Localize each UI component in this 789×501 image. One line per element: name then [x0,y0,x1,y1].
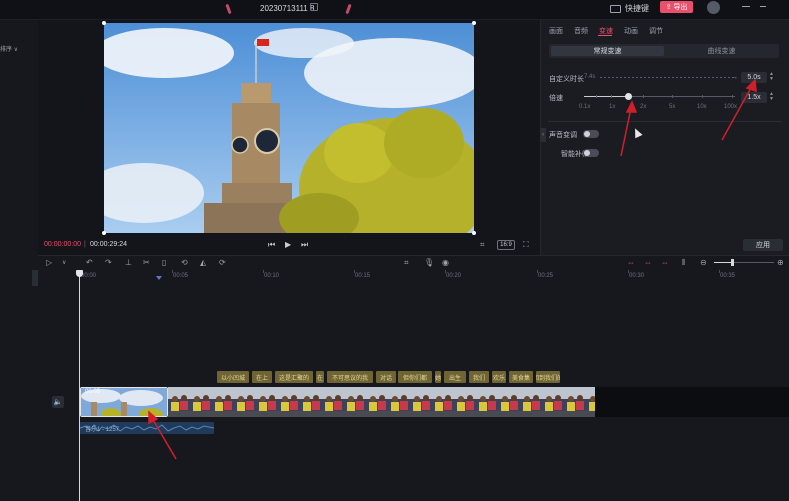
annotation-arrows [148,78,757,460]
annotation-arrow-speed [620,100,638,157]
annotation-arrow-clip [148,410,177,460]
annotation-arrow-duration [721,78,757,141]
